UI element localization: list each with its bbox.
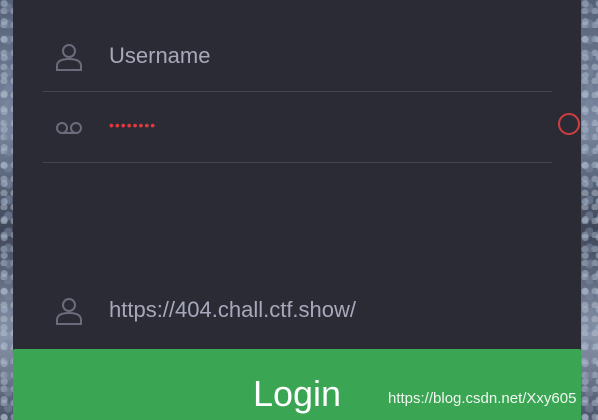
- login-page: Username •••••••• https://404.chall.ctf.…: [0, 0, 598, 420]
- password-value: ••••••••: [109, 117, 157, 133]
- user-icon: [56, 44, 82, 71]
- username-field[interactable]: Username: [43, 21, 552, 92]
- error-indicator-icon: [558, 113, 580, 135]
- background-left: [0, 0, 13, 420]
- login-button[interactable]: Login: [13, 349, 581, 420]
- url-field[interactable]: https://404.chall.ctf.show/: [43, 275, 552, 345]
- url-value: https://404.chall.ctf.show/: [109, 297, 357, 322]
- user-icon: [56, 298, 82, 325]
- voicemail-icon: [56, 122, 82, 134]
- password-field[interactable]: ••••••••: [43, 92, 552, 163]
- username-placeholder: Username: [109, 43, 211, 68]
- background-right: [581, 0, 598, 420]
- watermark-text: https://blog.csdn.net/Xxy605: [388, 390, 577, 407]
